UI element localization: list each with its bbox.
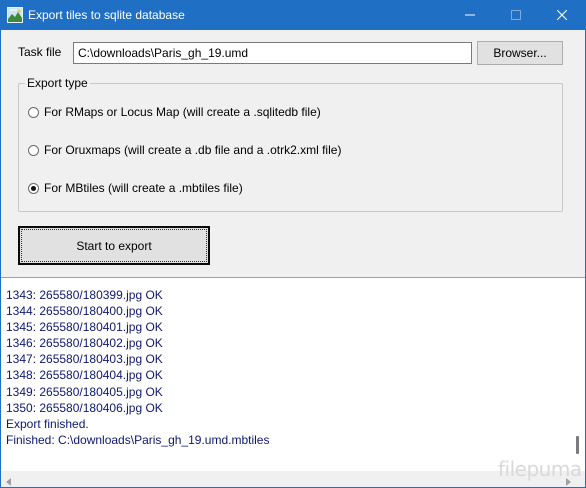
task-file-label: Task file <box>18 45 62 59</box>
log-line: 1345: 265580/180401.jpg OK <box>6 320 163 335</box>
title-bar[interactable]: Export tiles to sqlite database <box>1 1 585 30</box>
radio-button[interactable] <box>28 106 39 118</box>
export-log[interactable]: 1343: 265580/180399.jpg OK 1344: 265580/… <box>1 277 585 487</box>
radio-label: For RMaps or Locus Map (will create a .s… <box>44 105 321 119</box>
log-line: 1346: 265580/180402.jpg OK <box>6 336 163 351</box>
browse-button[interactable]: Browser... <box>477 41 563 65</box>
scroll-thumb[interactable] <box>576 436 579 454</box>
minimize-icon <box>465 9 475 23</box>
radio-label: For Oruxmaps (will create a .db file and… <box>44 143 342 157</box>
vertical-scrollbar[interactable] <box>572 278 585 470</box>
map-tiles-icon <box>7 7 23 23</box>
minimize-button[interactable] <box>447 1 493 30</box>
export-dialog-window: Export tiles to sqlite database Task fil… <box>0 0 586 488</box>
log-lines: 1343: 265580/180399.jpg OK 1344: 265580/… <box>6 287 269 448</box>
radio-button[interactable] <box>28 144 39 156</box>
radio-oruxmaps[interactable]: For Oruxmaps (will create a .db file and… <box>28 143 341 157</box>
close-button[interactable] <box>539 1 585 30</box>
close-icon <box>556 9 568 23</box>
log-line: 1349: 265580/180405.jpg OK <box>6 384 163 399</box>
radio-rmaps-locus[interactable]: For RMaps or Locus Map (will create a .s… <box>28 105 321 119</box>
task-file-input[interactable] <box>73 42 472 64</box>
log-line: 1348: 265580/180404.jpg OK <box>6 368 163 383</box>
start-export-label: Start to export <box>76 238 152 253</box>
radio-button[interactable] <box>28 182 39 194</box>
log-line: Export finished. <box>6 416 89 431</box>
watermark: filepuma <box>498 457 582 481</box>
radio-mbtiles[interactable]: For MBtiles (will create a .mbtiles file… <box>28 181 243 195</box>
start-export-button[interactable]: Start to export <box>18 226 210 265</box>
scroll-left-arrow-icon[interactable] <box>6 475 12 487</box>
log-line: 1343: 265580/180399.jpg OK <box>6 288 163 302</box>
maximize-button[interactable] <box>493 1 539 30</box>
export-type-legend: Export type <box>25 76 90 90</box>
log-line: 1347: 265580/180403.jpg OK <box>6 352 163 367</box>
radio-label: For MBtiles (will create a .mbtiles file… <box>44 181 243 195</box>
log-line: 1350: 265580/180406.jpg OK <box>6 400 163 415</box>
log-line: Finished: C:\downloads\Paris_gh_19.umd.m… <box>6 432 270 447</box>
window-title: Export tiles to sqlite database <box>28 8 185 22</box>
log-line: 1344: 265580/180400.jpg OK <box>6 304 163 319</box>
maximize-icon <box>511 9 521 23</box>
